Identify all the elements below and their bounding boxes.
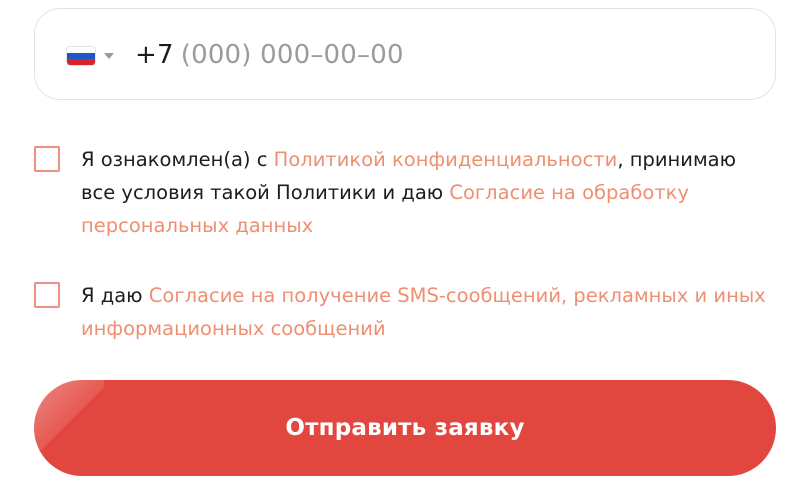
sms-advertising-consent-link[interactable]: Согласие на получение SMS-сообщений, рек… [81, 284, 766, 340]
sms-consent-checkbox[interactable] [34, 282, 60, 308]
submit-application-button[interactable]: Отправить заявку [34, 380, 776, 476]
sms-consent-text: Я даю Согласие на получение SMS-сообщени… [81, 279, 774, 345]
chevron-down-icon [104, 53, 114, 59]
phone-input[interactable]: +7 (000) 000–00–00 [135, 35, 404, 75]
russia-flag-icon [67, 47, 95, 65]
application-form: +7 (000) 000–00–00 Я ознакомлен(а) с Пол… [0, 0, 800, 480]
consent-text-segment: Я даю [81, 284, 149, 307]
phone-field[interactable]: +7 (000) 000–00–00 [34, 8, 776, 100]
phone-placeholder: (000) 000–00–00 [180, 40, 404, 70]
privacy-consent[interactable]: Я ознакомлен(а) с Политикой конфиденциал… [34, 143, 774, 242]
flag-stripe-red [67, 59, 95, 65]
privacy-consent-text: Я ознакомлен(а) с Политикой конфиденциал… [81, 143, 774, 242]
submit-button-label: Отправить заявку [285, 415, 525, 441]
phone-country-prefix: +7 [135, 40, 174, 70]
consent-text-segment: Я ознакомлен(а) с [81, 148, 274, 171]
country-code-select[interactable] [67, 47, 114, 65]
sms-consent[interactable]: Я даю Согласие на получение SMS-сообщени… [34, 279, 774, 345]
privacy-policy-link[interactable]: Политикой конфиденциальности [274, 148, 618, 171]
privacy-consent-checkbox[interactable] [34, 146, 60, 172]
button-shine-decoration [34, 380, 104, 450]
